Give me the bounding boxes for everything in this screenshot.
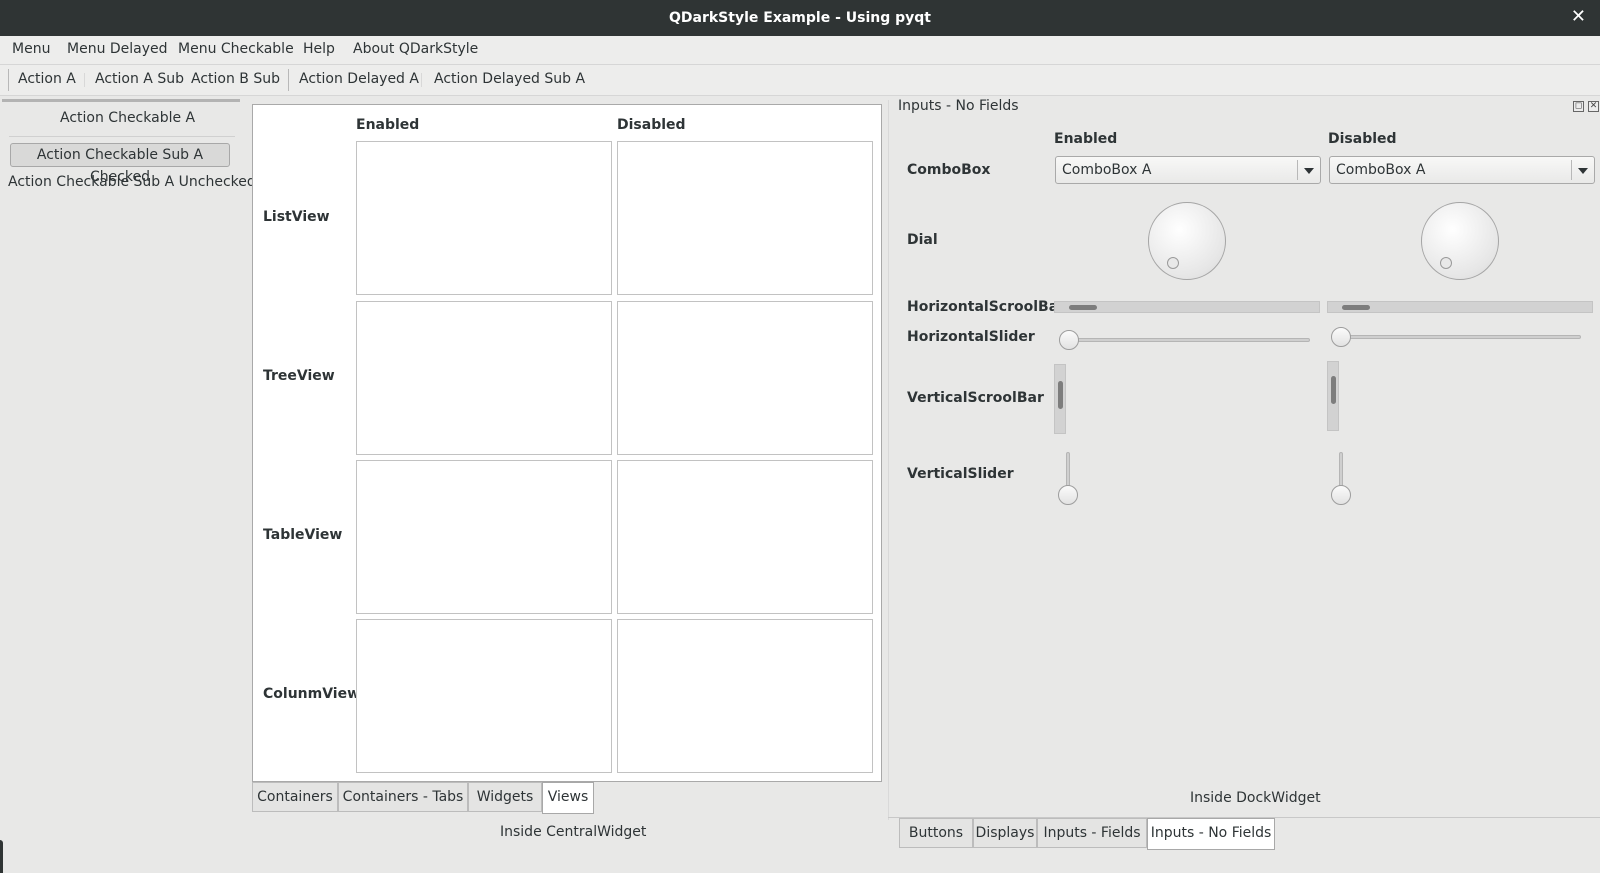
row-label-listview: ListView [263, 209, 330, 225]
tab-containers-tabs[interactable]: Containers - Tabs [338, 782, 468, 812]
toolbar-handle[interactable] [288, 69, 289, 91]
scrollbar-handle[interactable] [1069, 305, 1097, 310]
label-vertical-scrollbar: VerticalScroolBar [907, 390, 1044, 406]
window-title: QDarkStyle Example - Using pyqt [669, 10, 931, 26]
horizontal-scrollbar-disabled [1327, 301, 1593, 313]
dock-tab-buttons[interactable]: Buttons [899, 818, 973, 848]
menubar: Menu Menu Delayed Menu Checkable Help Ab… [0, 36, 1600, 65]
dial-enabled[interactable] [1148, 202, 1226, 280]
treeview-disabled [617, 301, 873, 455]
combobox-separator [1297, 160, 1298, 180]
toolbar-action-a-sub[interactable]: Action A Sub [95, 71, 184, 87]
dial-disabled [1421, 202, 1499, 280]
window-close-icon[interactable]: ✕ [1571, 6, 1586, 28]
dock-float-icon[interactable]: ◻ [1573, 101, 1584, 112]
menu-menu[interactable]: Menu [12, 41, 50, 57]
combobox-disabled: ComboBox A [1329, 156, 1595, 184]
inputs-header-enabled: Enabled [1054, 131, 1118, 147]
central-caption: Inside CentralWidget [500, 824, 647, 840]
central-views-panel: Enabled Disabled ListView TreeView Table… [252, 104, 882, 782]
menu-help[interactable]: Help [303, 41, 335, 57]
dock-tab-inputs-fields[interactable]: Inputs - Fields [1037, 818, 1147, 848]
dock-splitter[interactable] [888, 100, 889, 820]
scrollbar-handle [1331, 376, 1336, 404]
left-toolbar-separator [9, 136, 235, 137]
label-horizontal-scrollbar: HorizontalScroolBar [907, 299, 1066, 315]
dock-title: Inputs - No Fields [898, 98, 1019, 114]
horizontal-scrollbar-enabled[interactable] [1054, 301, 1320, 313]
action-checkable-sub-a-unchecked[interactable]: Action Checkable Sub A Unchecked [8, 174, 256, 190]
vertical-slider-enabled-handle[interactable] [1058, 485, 1078, 505]
horizontal-slider-disabled-handle [1331, 327, 1351, 347]
chevron-down-icon [1578, 168, 1588, 174]
dial-indicator [1167, 257, 1179, 269]
tableview-disabled [617, 460, 873, 614]
row-label-columnview: ColunmView [263, 686, 361, 702]
horizontal-slider-enabled[interactable] [1066, 338, 1310, 342]
tableview-enabled[interactable] [356, 460, 612, 614]
listview-enabled[interactable] [356, 141, 612, 295]
dock-tab-displays[interactable]: Displays [973, 818, 1037, 848]
horizontal-slider-disabled [1341, 335, 1581, 339]
dock-tab-inputs-no-fields[interactable]: Inputs - No Fields [1147, 818, 1275, 850]
row-label-treeview: TreeView [263, 368, 335, 384]
dock-caption: Inside DockWidget [1190, 790, 1321, 806]
columnview-disabled [617, 619, 873, 773]
row-label-tableview: TableView [263, 527, 343, 543]
vertical-scrollbar-disabled [1327, 361, 1339, 431]
combobox-enabled[interactable]: ComboBox A [1055, 156, 1321, 184]
dock-close-icon[interactable]: ✕ [1588, 101, 1599, 112]
chevron-down-icon[interactable] [1304, 168, 1314, 174]
toolbar-action-b-sub[interactable]: Action B Sub [191, 71, 280, 87]
vertical-scrollbar-enabled[interactable] [1054, 364, 1066, 434]
action-checkable-sub-a-checked-button[interactable]: Action Checkable Sub A Checked [10, 143, 230, 185]
menu-menu-delayed[interactable]: Menu Delayed [67, 41, 168, 57]
vertical-slider-disabled-handle [1331, 485, 1351, 505]
scrollbar-handle [1342, 305, 1370, 310]
label-combobox: ComboBox [907, 162, 991, 178]
window-title-bar: QDarkStyle Example - Using pyqt ✕ [0, 0, 1600, 36]
inputs-header-disabled: Disabled [1328, 131, 1397, 147]
horizontal-slider-enabled-handle[interactable] [1059, 330, 1079, 350]
listview-disabled [617, 141, 873, 295]
toolbar-handle[interactable] [8, 69, 9, 91]
toolbar-separator [421, 73, 422, 87]
toolbar-action-a[interactable]: Action A [18, 71, 76, 87]
left-toolbar-handle[interactable] [2, 99, 240, 102]
combobox-separator [1571, 160, 1572, 180]
menu-about-qdarkstyle[interactable]: About QDarkStyle [353, 41, 478, 57]
action-checkable-a[interactable]: Action Checkable A [60, 110, 195, 126]
window-corner [0, 840, 3, 873]
column-header-disabled: Disabled [617, 117, 686, 133]
dial-indicator [1440, 257, 1452, 269]
columnview-enabled[interactable] [356, 619, 612, 773]
label-horizontal-slider: HorizontalSlider [907, 329, 1035, 345]
label-vertical-slider: VerticalSlider [907, 466, 1014, 482]
toolbar: Action A Action A Sub Action B Sub Actio… [0, 65, 1600, 96]
combobox-disabled-value: ComboBox A [1336, 162, 1426, 178]
toolbar-action-delayed-a[interactable]: Action Delayed A [299, 71, 419, 87]
tab-views[interactable]: Views [542, 782, 594, 814]
column-header-enabled: Enabled [356, 117, 420, 133]
label-dial: Dial [907, 232, 938, 248]
toolbar-separator [84, 73, 85, 87]
tab-widgets[interactable]: Widgets [468, 782, 542, 812]
menu-menu-checkable[interactable]: Menu Checkable [178, 41, 294, 57]
scrollbar-handle[interactable] [1058, 381, 1063, 409]
toolbar-action-delayed-sub-a[interactable]: Action Delayed Sub A [434, 71, 585, 87]
tab-containers[interactable]: Containers [252, 782, 338, 812]
combobox-enabled-value: ComboBox A [1062, 162, 1152, 178]
treeview-enabled[interactable] [356, 301, 612, 455]
